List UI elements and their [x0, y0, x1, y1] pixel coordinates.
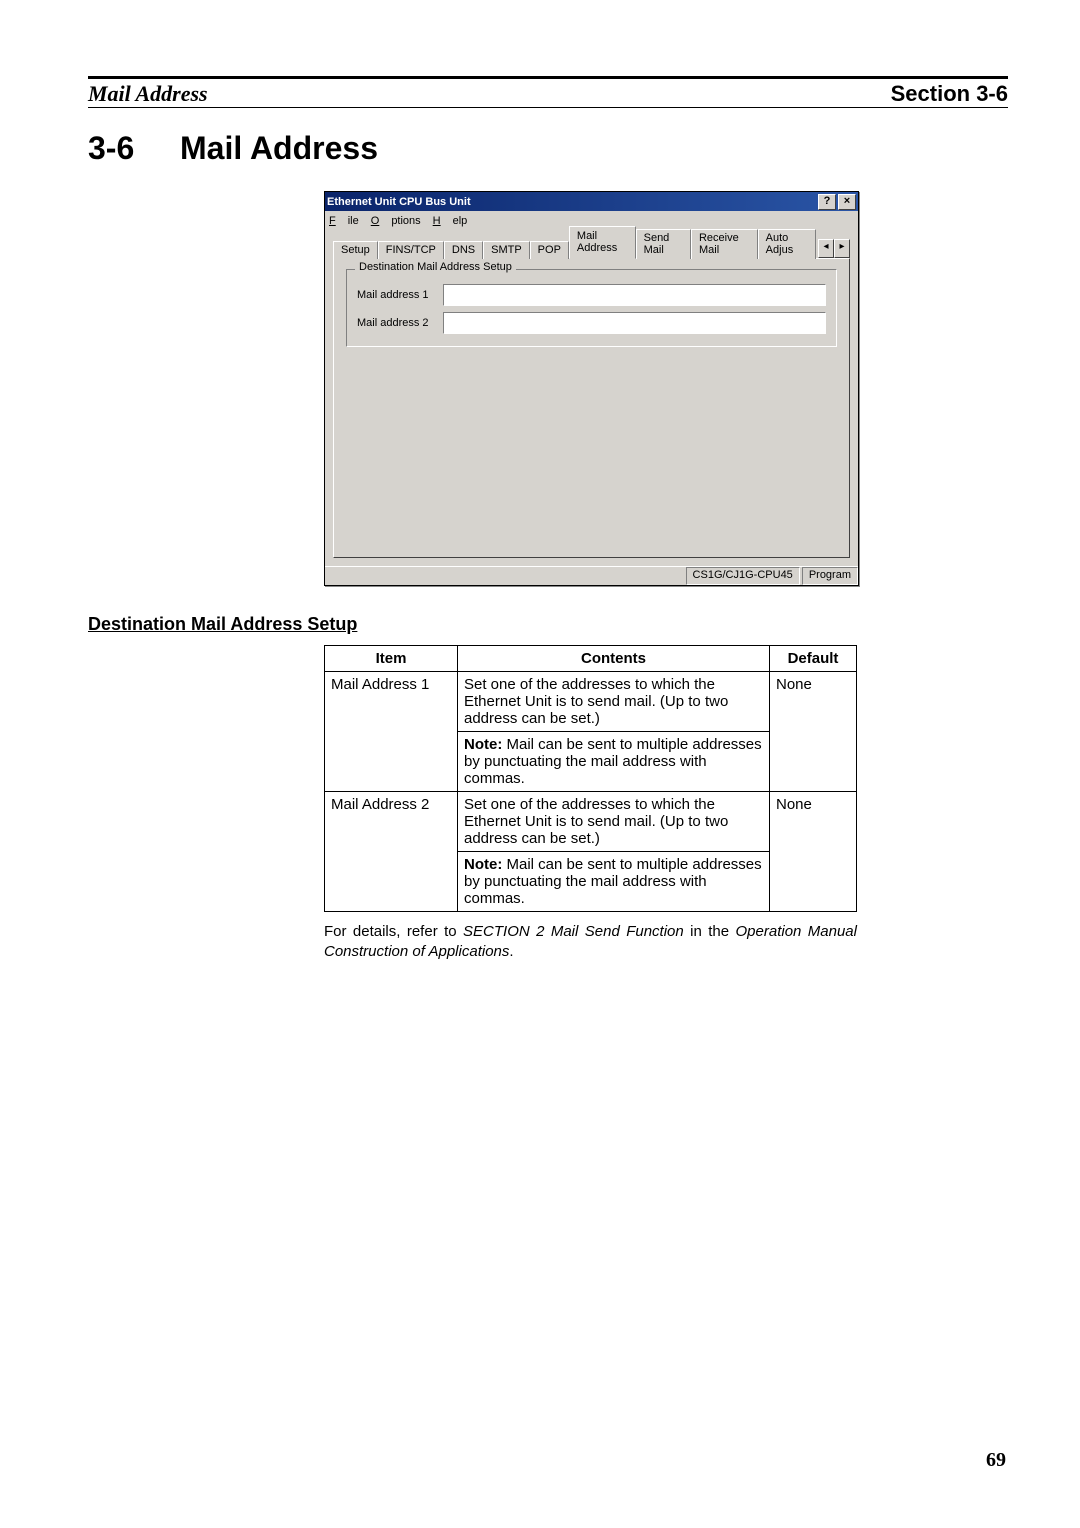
note-text: Mail can be sent to multiple addresses b… [464, 736, 762, 787]
titlebar: Ethernet Unit CPU Bus Unit ? × [325, 192, 858, 211]
input-mail-address-2[interactable] [443, 312, 826, 334]
page-number: 69 [986, 1449, 1006, 1472]
tab-scroll-left[interactable]: ◂ [818, 239, 834, 258]
settings-table: Item Contents Default Mail Address 1 Set… [324, 645, 857, 912]
ref-section: SECTION 2 Mail Send Function [463, 923, 684, 940]
tab-mail-address[interactable]: Mail Address [569, 226, 636, 259]
cell-contents-2a: Set one of the addresses to which the Et… [458, 792, 770, 852]
close-button[interactable]: × [838, 194, 856, 210]
subheading: Destination Mail Address Setup [88, 614, 1008, 635]
table-wrap: Item Contents Default Mail Address 1 Set… [324, 645, 857, 912]
label-mail-address-1: Mail address 1 [357, 289, 443, 301]
page: Mail Address Section 3-6 3-6 Mail Addres… [88, 76, 1008, 963]
tab-setup[interactable]: Setup [333, 241, 378, 259]
note-bold: Note: [464, 856, 502, 873]
cell-default-2: None [770, 792, 857, 912]
tab-dns[interactable]: DNS [444, 241, 483, 259]
row-mail-address-2: Mail address 2 [357, 312, 826, 334]
section-heading: 3-6 Mail Address [88, 130, 1008, 167]
tab-finstcp[interactable]: FINS/TCP [378, 241, 444, 259]
table-row: Mail Address 2 Set one of the addresses … [325, 792, 857, 852]
cell-item-2: Mail Address 2 [325, 792, 458, 912]
status-cpu: CS1G/CJ1G-CPU45 [686, 567, 800, 585]
tab-pop[interactable]: POP [530, 241, 569, 259]
header-left: Mail Address [88, 81, 208, 107]
tab-smtp[interactable]: SMTP [483, 241, 530, 259]
help-button[interactable]: ? [818, 194, 836, 210]
section-number: 3-6 [88, 130, 180, 167]
th-contents: Contents [458, 646, 770, 672]
cell-contents-1b: Note: Mail can be sent to multiple addre… [458, 732, 770, 792]
th-item: Item [325, 646, 458, 672]
tab-scroll-right[interactable]: ▸ [834, 239, 850, 258]
input-mail-address-1[interactable] [443, 284, 826, 306]
status-mode: Program [802, 567, 858, 585]
text: For details, refer to [324, 923, 463, 940]
table-header-row: Item Contents Default [325, 646, 857, 672]
menu-help[interactable]: Help [433, 215, 468, 227]
tab-send-mail[interactable]: Send Mail [636, 229, 691, 259]
note-text: Mail can be sent to multiple addresses b… [464, 856, 762, 907]
tabstrip: Setup FINS/TCP DNS SMTP POP Mail Address… [333, 237, 850, 258]
menu-options[interactable]: Options [371, 215, 421, 227]
menu-file[interactable]: File [329, 215, 359, 227]
header-right: Section 3-6 [891, 81, 1008, 107]
cell-contents-2b: Note: Mail can be sent to multiple addre… [458, 852, 770, 912]
dialog-window: Ethernet Unit CPU Bus Unit ? × File Opti… [324, 191, 859, 586]
tab-auto-adjust[interactable]: Auto Adjus [758, 229, 816, 259]
running-header: Mail Address Section 3-6 [88, 81, 1008, 108]
screenshot: Ethernet Unit CPU Bus Unit ? × File Opti… [324, 191, 857, 586]
tab-receive-mail[interactable]: Receive Mail [691, 229, 758, 259]
header-rule [88, 76, 1008, 79]
tab-scroll: ◂ ▸ [818, 239, 850, 258]
cell-default-1: None [770, 672, 857, 792]
table-row: Mail Address 1 Set one of the addresses … [325, 672, 857, 732]
tab-panel: Mail address 1 Mail address 2 [333, 258, 850, 558]
window-title: Ethernet Unit CPU Bus Unit [327, 196, 471, 208]
groupbox-dest-mail: Mail address 1 Mail address 2 [346, 269, 837, 347]
th-default: Default [770, 646, 857, 672]
row-mail-address-1: Mail address 1 [357, 284, 826, 306]
statusbar: CS1G/CJ1G-CPU45 Program [325, 566, 858, 585]
cell-contents-1a: Set one of the addresses to which the Et… [458, 672, 770, 732]
section-title: Mail Address [180, 130, 378, 167]
footnote-paragraph: For details, refer to SECTION 2 Mail Sen… [324, 922, 857, 963]
label-mail-address-2: Mail address 2 [357, 317, 443, 329]
client-area: Setup FINS/TCP DNS SMTP POP Mail Address… [325, 231, 858, 566]
text: . [509, 943, 513, 960]
text: in the [690, 923, 735, 940]
note-bold: Note: [464, 736, 502, 753]
cell-item-1: Mail Address 1 [325, 672, 458, 792]
